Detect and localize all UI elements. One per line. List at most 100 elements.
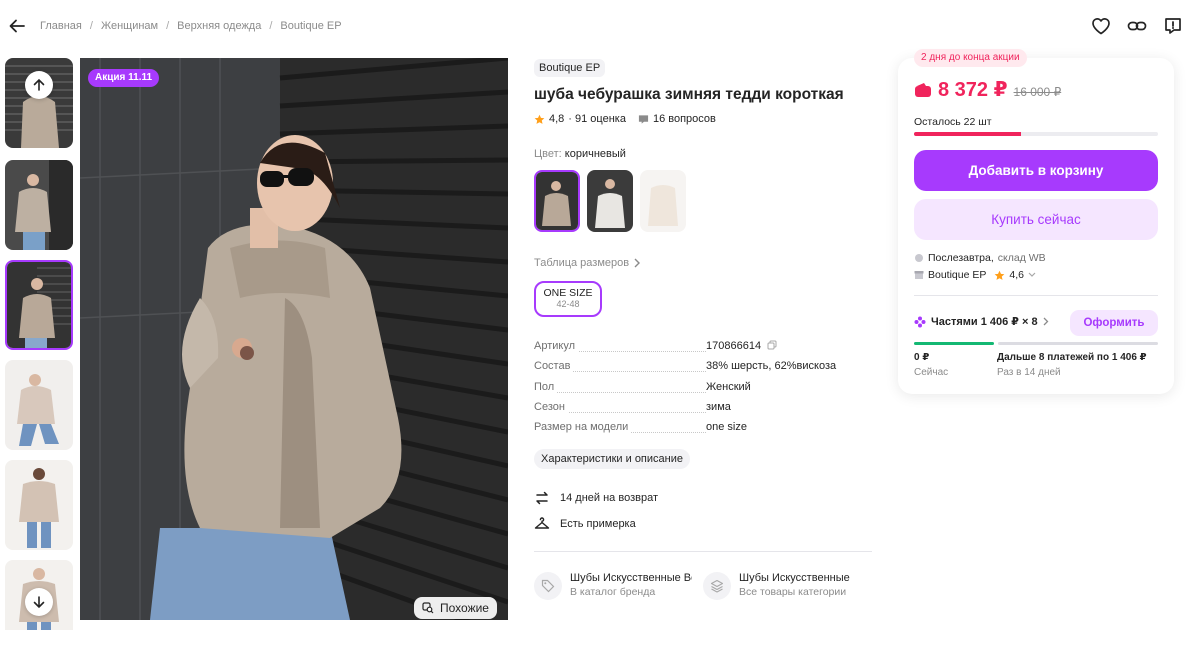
hanger-icon — [534, 517, 550, 529]
color-swatch-1[interactable] — [534, 170, 580, 232]
current-price: 8 372 ₽ — [938, 79, 1008, 101]
thumbnail-3[interactable] — [5, 260, 73, 350]
warehouse: склад WB — [997, 252, 1046, 264]
category-title: Шубы Искусственные — [739, 572, 850, 584]
thumbnail-4[interactable] — [5, 360, 73, 450]
spec-row: Артикул 170866614 — [534, 340, 804, 360]
product-thumbnail-image — [5, 160, 73, 250]
report-icon — [1165, 18, 1181, 34]
main-product-photo[interactable] — [80, 58, 508, 620]
breadcrumb-item[interactable]: Boutique EP — [280, 20, 341, 32]
brand-catalog-link[interactable]: Шубы Искусственные Во В каталог бренда — [534, 572, 692, 600]
size-name: ONE SIZE — [543, 287, 593, 299]
questions-count: 16 вопросов — [652, 113, 716, 125]
fitting-available: Есть примерка — [534, 516, 636, 532]
product-photo-image — [80, 58, 508, 620]
spec-key: Пол — [534, 380, 558, 393]
link-icon — [1127, 21, 1147, 31]
spec-row: Размер на модели one size — [534, 421, 804, 441]
spec-row: Пол Женский — [534, 380, 804, 401]
installments-label: Частями 1 406 ₽ × 8 — [931, 316, 1038, 328]
add-to-cart-button[interactable]: Добавить в корзину — [914, 150, 1158, 191]
old-price: 16 000 ₽ — [1013, 85, 1062, 99]
installments-row[interactable]: Частями 1 406 ₽ × 8 — [914, 315, 1049, 328]
brand-chip[interactable]: Boutique EP — [534, 59, 606, 77]
product-title: шуба чебурашка зимняя тедди короткая — [534, 86, 844, 103]
heart-icon — [1092, 18, 1110, 35]
pay-now-bar — [914, 342, 994, 345]
rating-row[interactable]: 4,8 · 91 оценка 16 вопросов — [534, 113, 716, 125]
similar-button[interactable]: Похожие — [414, 597, 497, 619]
divider — [534, 551, 872, 552]
thumbnails-up-button[interactable] — [25, 71, 53, 99]
seller-rating: 4,6 — [1009, 269, 1024, 281]
reviews-count: · 91 оценка — [568, 113, 626, 125]
similar-label: Похожие — [440, 601, 489, 615]
report-button[interactable] — [1162, 15, 1184, 37]
checkout-installments-button[interactable]: Оформить — [1070, 310, 1158, 336]
wallet-icon — [915, 82, 931, 97]
share-button[interactable] — [1126, 15, 1148, 37]
breadcrumb-item[interactable]: Верхняя одежда — [177, 20, 261, 32]
thumbnail-5[interactable] — [5, 460, 73, 550]
article-number: 170866614 — [706, 340, 762, 352]
pay-later: Дальше 8 платежей по 1 406 ₽ Раз в 14 дн… — [997, 352, 1147, 378]
chevron-right-icon — [634, 258, 641, 268]
breadcrumb: Главная / Женщинам / Верхняя одежда / Bouti… — [40, 20, 342, 32]
tag-icon — [534, 572, 562, 600]
similar-search-icon — [422, 602, 434, 614]
size-table-link[interactable]: Таблица размеров — [534, 257, 641, 269]
spec-row: Состав 38% шерсть, 62%вискоза — [534, 360, 836, 380]
characteristics-button[interactable]: Характеристики и описание — [534, 449, 690, 469]
thumbnail-list — [5, 58, 73, 630]
spec-value: 170866614 — [706, 340, 777, 352]
stock-bar-fill — [914, 132, 1022, 136]
spec-value: Женский — [706, 380, 751, 393]
spec-key: Сезон — [534, 400, 568, 413]
pay-later-bar — [998, 342, 1158, 345]
breadcrumb-item[interactable]: Главная — [40, 20, 82, 32]
arrow-left-icon — [9, 19, 25, 33]
brand-catalog-subtitle: В каталог бренда — [570, 586, 656, 598]
rating-value: 4,8 — [549, 113, 565, 125]
store-icon — [914, 271, 924, 279]
chevron-right-icon — [1043, 317, 1049, 326]
copy-icon[interactable] — [767, 340, 777, 350]
pay-later-amount: Дальше 8 платежей по 1 406 ₽ — [997, 352, 1147, 363]
size-option[interactable]: ONE SIZE 42-48 — [534, 281, 602, 317]
thumbnail-2[interactable] — [5, 160, 73, 250]
delivery-date: Послезавтра, — [928, 252, 994, 264]
favorite-button[interactable] — [1090, 15, 1112, 37]
swatch-image — [587, 170, 633, 232]
buy-now-button[interactable]: Купить сейчас — [914, 199, 1158, 240]
color-swatch-2[interactable] — [587, 170, 633, 232]
delivery-info: Послезавтра, склад WB — [914, 252, 1046, 264]
spec-row: Сезон зима — [534, 400, 804, 421]
promo-timer: 2 дня до конца акции — [914, 49, 1027, 67]
arrow-up-icon — [33, 78, 45, 91]
return-icon — [536, 491, 548, 505]
seller-info[interactable]: Boutique EP 4,6 — [914, 269, 1036, 281]
spec-value: one size — [706, 421, 747, 434]
spec-value: зима — [706, 400, 731, 413]
breadcrumb-item[interactable]: Женщинам — [101, 20, 158, 32]
price-row: 8 372 ₽ 16 000 ₽ — [914, 77, 1061, 102]
color-label: Цвет: коричневый — [534, 148, 626, 160]
stock-label: Осталось 22 шт — [914, 116, 992, 128]
color-swatch-3[interactable] — [640, 170, 686, 232]
back-button[interactable] — [6, 15, 28, 37]
pay-now-label: Сейчас — [914, 367, 949, 378]
fitting-label: Есть примерка — [560, 518, 636, 530]
pay-now-amount: 0 ₽ — [914, 352, 930, 363]
spec-key: Артикул — [534, 340, 579, 352]
swatch-image — [536, 172, 578, 230]
category-subtitle: Все товары категории — [739, 586, 847, 598]
thumbnails-down-button[interactable] — [25, 588, 53, 616]
color-label-key: Цвет: — [534, 148, 562, 160]
layers-icon — [703, 572, 731, 600]
color-value: коричневый — [564, 148, 626, 160]
brand-catalog-title: Шубы Искусственные Во — [570, 572, 692, 584]
seller-name: Boutique EP — [928, 269, 987, 281]
arrow-down-icon — [33, 596, 45, 609]
category-link[interactable]: Шубы Искусственные Все товары категории — [703, 572, 850, 600]
